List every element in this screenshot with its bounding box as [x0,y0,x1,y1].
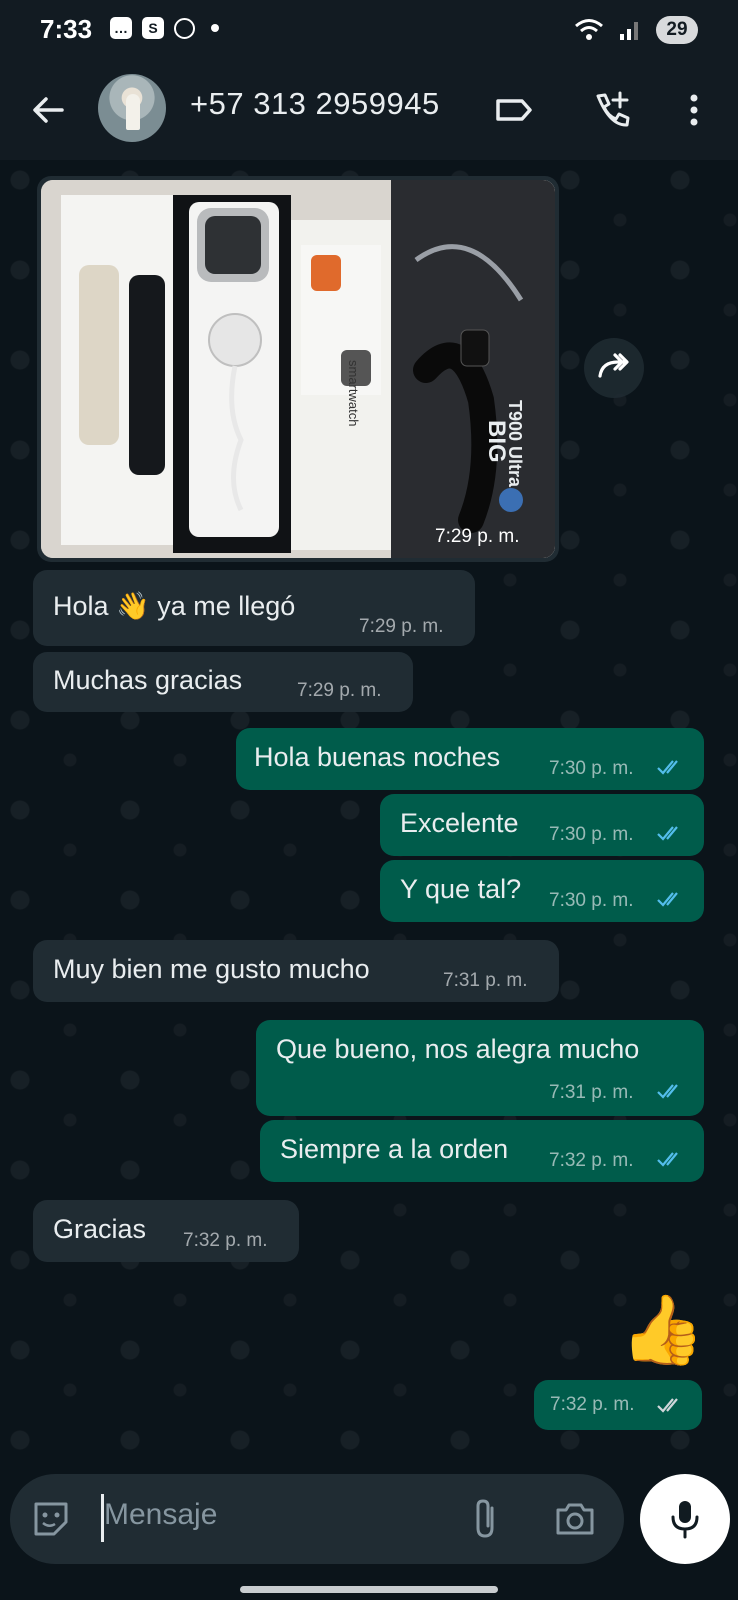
dot-icon [211,24,219,32]
message-text: Hola 👋 ya me llegó [53,591,296,621]
waving-hand-emoji: 👋 [116,591,150,621]
read-ticks-icon [657,826,678,841]
wifi-icon [575,19,603,40]
read-ticks-icon [657,1152,678,1167]
sticker-icon[interactable] [28,1496,74,1542]
message-outgoing[interactable]: Que bueno, nos alegra mucho 7:31 p. m. [256,1020,704,1116]
product-photo[interactable]: smartwatch T900 Ultra 2 BIG [41,180,555,558]
home-indicator[interactable] [240,1586,498,1593]
message-time: 7:31 p. m. [443,970,528,991]
read-ticks-icon [657,892,678,907]
voice-message-button[interactable] [640,1474,730,1564]
message-text: Siempre a la orden [280,1134,509,1164]
status-notification-icons: … S [110,17,219,39]
image-message-time: 7:29 p. m. [435,526,520,547]
message-text: Muy bien me gusto mucho [53,954,370,984]
attach-icon[interactable] [466,1496,506,1542]
message-time: 7:29 p. m. [297,680,382,701]
battery-indicator: 29 [656,16,698,44]
read-ticks-icon [657,1084,678,1099]
message-text: Y que tal? [400,874,522,904]
box-side-text: smartwatch [346,360,361,426]
message-outgoing[interactable]: Hola buenas noches 7:30 p. m. [236,728,704,790]
box-subtitle: BIG [483,420,510,463]
thumbs-up-emoji[interactable]: 👍 [620,1290,705,1370]
message-time: 7:29 p. m. [359,616,444,637]
message-input-box[interactable]: Mensaje [10,1474,624,1564]
message-outgoing[interactable]: Siempre a la orden 7:32 p. m. [260,1120,704,1182]
forward-icon[interactable] [584,338,644,398]
message-text: Hola buenas noches [254,742,501,772]
read-ticks-icon [657,760,678,775]
chat-header: +57 313 2959945 [0,62,738,160]
message-time: 7:32 p. m. [183,1230,268,1251]
openai-icon [174,17,195,39]
camera-icon[interactable] [552,1496,598,1542]
signal-icon [620,22,638,40]
message-time: 7:32 p. m. [549,1150,634,1171]
mic-icon [671,1501,699,1539]
message-text: Gracias [53,1214,147,1244]
message-time: 7:30 p. m. [549,758,634,779]
message-time: 7:30 p. m. [549,890,634,911]
message-incoming[interactable]: Muy bien me gusto mucho 7:31 p. m. [33,940,559,1002]
status-system-icons: 29 [574,16,698,44]
message-incoming[interactable]: Gracias 7:32 p. m. [33,1200,299,1262]
label-icon[interactable] [492,88,536,132]
read-ticks-icon [657,1398,678,1413]
back-icon[interactable] [26,88,70,132]
contact-name[interactable]: +57 313 2959945 [190,86,440,122]
more-icon[interactable] [672,88,716,132]
message-text: Excelente [400,808,519,838]
product-photo-drawing: smartwatch T900 Ultra 2 BIG [41,180,555,558]
message-time: 7:30 p. m. [549,824,634,845]
message-text: Muchas gracias [53,665,243,695]
message-incoming[interactable]: Muchas gracias 7:29 p. m. [33,652,413,712]
message-outgoing[interactable]: Y que tal? 7:30 p. m. [380,860,704,922]
shopify-icon: S [142,17,164,39]
message-input[interactable]: Mensaje [104,1498,217,1532]
status-time: 7:33 [40,14,93,44]
message-incoming[interactable]: Hola 👋 ya me llegó 7:29 p. m. [33,570,475,646]
status-bar: 7:33 … S 29 [0,0,738,62]
image-message[interactable]: smartwatch T900 Ultra 2 BIG 7:29 p. m. [37,176,559,562]
message-time: 7:31 p. m. [549,1082,634,1103]
add-call-icon[interactable] [590,88,634,132]
message-outgoing-meta[interactable]: 7:32 p. m. [534,1380,702,1430]
message-time: 7:32 p. m. [550,1394,635,1415]
message-text: Que bueno, nos alegra mucho [276,1034,640,1064]
chat-icon: … [110,17,132,39]
message-outgoing[interactable]: Excelente 7:30 p. m. [380,794,704,856]
chat-area[interactable]: smartwatch T900 Ultra 2 BIG 7:29 p. m. H… [0,160,738,1470]
avatar[interactable] [98,74,166,142]
